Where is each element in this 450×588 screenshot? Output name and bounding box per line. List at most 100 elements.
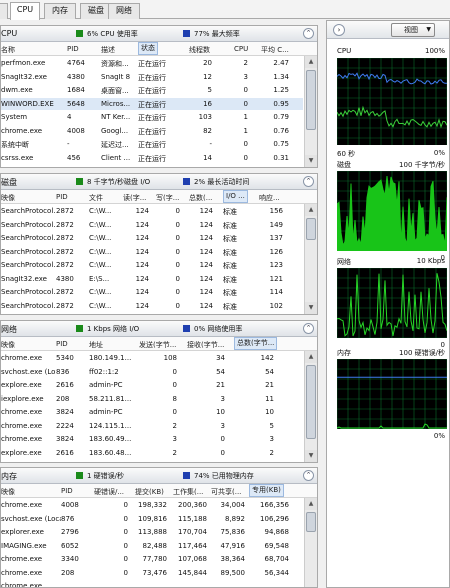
col-commit[interactable]: 提交(KB) xyxy=(135,487,164,497)
col-sent[interactable]: 发送(字节... xyxy=(139,340,176,350)
table-row[interactable]: chrome.exe 3824 183.60.49... 3 0 3 xyxy=(1,433,303,445)
scroll-thumb[interactable] xyxy=(306,365,316,439)
table-row[interactable]: SearchProtocol... 2872 C:\W... 124 0 124 标准 123 xyxy=(1,259,303,271)
table-row[interactable]: chrome.exe 4008 Googl... 正在运行 82 1 0.76 xyxy=(1,125,303,137)
collapse-memory-icon[interactable]: ⌃ xyxy=(303,470,314,481)
table-row[interactable]: perfmon.exe 4764 资源和... 正在运行 20 2 2.47 xyxy=(1,57,303,69)
col-image[interactable]: 映像 xyxy=(1,340,15,350)
col-description[interactable]: 描述 xyxy=(101,45,115,55)
table-cell: IMAGING.exe xyxy=(1,541,47,550)
col-pid[interactable]: PID xyxy=(61,487,73,495)
physical-memory-stat: 74% 已用物理内存 xyxy=(183,471,254,481)
memory-scrollbar[interactable]: ▲ xyxy=(304,498,317,587)
table-cell: SearchProtocol... xyxy=(1,301,56,310)
cpu-scrollbar[interactable]: ▲ ▼ xyxy=(304,56,317,167)
col-received[interactable]: 接收(字节... xyxy=(187,340,224,350)
view-dropdown[interactable]: 视图 ▼ xyxy=(391,23,435,37)
disk-scrollbar[interactable]: ▲ ▼ xyxy=(304,204,317,314)
table-row[interactable]: chrome.exe.................. xyxy=(1,580,303,587)
table-row[interactable]: explore.exe 2616 183.60.48... 2 0 2 xyxy=(1,447,303,459)
col-working-set[interactable]: 工作集(... xyxy=(173,487,203,497)
col-pid[interactable]: PID xyxy=(67,45,79,53)
scroll-up-icon[interactable]: ▲ xyxy=(305,351,317,363)
col-status[interactable]: 状态 xyxy=(138,42,158,55)
tab-network[interactable]: 网络 xyxy=(108,3,140,19)
memory-panel-header[interactable]: 内存 1 硬错误/秒 74% 已用物理内存 ⌃ xyxy=(1,468,317,484)
table-row[interactable]: SearchProtocol... 2872 C:\W... 124 0 124 标准 137 xyxy=(1,232,303,244)
disk-panel-header[interactable]: 磁盘 8 千字节/秒磁盘 I/O 2% 最长活动时间 ⌃ xyxy=(1,174,317,190)
col-pid[interactable]: PID xyxy=(56,340,68,348)
col-read[interactable]: 读(字... xyxy=(123,193,146,203)
table-row[interactable]: svchost.exe (Loca...876 0 109,816 115,188 8,… xyxy=(1,513,303,525)
table-row[interactable]: System 4 NT Ker... 正在运行 103 1 0.79 xyxy=(1,111,303,123)
table-row[interactable]: svchost.exe (Lo... 836 ff02::1:2 0 54 54 xyxy=(1,366,303,378)
col-response[interactable]: 响应... xyxy=(259,193,280,203)
table-row[interactable]: SearchProtocol... 2872 C:\W... 124 0 124 标准 156 xyxy=(1,205,303,217)
col-name[interactable]: 名称 xyxy=(1,45,15,55)
table-row[interactable]: 系统中断 - 延迟过... 正在运行 - 0 0.75 xyxy=(1,138,303,150)
col-file[interactable]: 文件 xyxy=(89,193,103,203)
table-cell: 124 xyxy=(135,220,149,229)
table-cell: 82 xyxy=(203,126,212,135)
table-cell: - xyxy=(67,140,70,148)
tab-overview[interactable] xyxy=(0,3,8,19)
table-row[interactable]: SearchProtocol... 2872 C:\W... 124 0 124 标准 126 xyxy=(1,246,303,258)
collapse-network-icon[interactable]: ⌃ xyxy=(303,323,314,334)
network-scrollbar[interactable]: ▲ ▼ xyxy=(304,351,317,462)
scroll-down-icon[interactable]: ▼ xyxy=(305,302,317,314)
collapse-disk-icon[interactable]: ⌃ xyxy=(303,176,314,187)
col-write[interactable]: 写(字... xyxy=(156,193,179,203)
col-avg-cpu[interactable]: 平均 C... xyxy=(261,45,289,55)
table-row[interactable]: chrome.exe 5340 180.149.1... 108 34 142 xyxy=(1,352,303,364)
table-row[interactable]: chrome.exe 208 0 73,476 145,844 89,500 56,344 xyxy=(1,567,303,579)
table-row[interactable]: dwm.exe 1684 桌面窗... 正在运行 5 0 1.25 xyxy=(1,84,303,96)
table-row[interactable]: explorer.exe 2796 0 113,888 170,704 75,836 94,… xyxy=(1,526,303,538)
table-cell: 20 xyxy=(203,59,212,67)
table-row[interactable]: SearchProtocol... 2872 C:\W... 124 0 124 标准 149 xyxy=(1,219,303,231)
scroll-down-icon[interactable]: ▼ xyxy=(305,155,317,167)
table-row[interactable]: IMAGING.exe 6052 0 82,488 117,464 47,916 69,54… xyxy=(1,540,303,552)
col-threads[interactable]: 线程数 xyxy=(189,45,210,55)
col-address[interactable]: 地址 xyxy=(89,340,103,350)
table-row[interactable]: explore.exe 2616 admin-PC 0 21 21 xyxy=(1,379,303,391)
cpu-panel-header[interactable]: CPU 6% CPU 使用率 77% 最大频率 ⌃ xyxy=(1,26,317,42)
table-row[interactable]: chrome.exe 4008 0 198,332 200,360 34,004 166,3… xyxy=(1,499,303,511)
table-row[interactable]: chrome.exe 3824 admin-PC 0 10 10 xyxy=(1,406,303,418)
table-cell: 113,888 xyxy=(138,528,167,536)
col-shareable[interactable]: 可共享(... xyxy=(211,487,241,497)
table-row[interactable]: SnagIt32.exe 4380 E:\S... 124 0 124 标准 121 xyxy=(1,273,303,285)
table-row[interactable]: csrss.exe 456 Client ... 正在运行 14 0 0.31 xyxy=(1,152,303,164)
col-image[interactable]: 映像 xyxy=(1,193,15,203)
table-row[interactable]: WINWORD.EXE 5648 Micros... 正在运行 16 0 0.95 xyxy=(1,97,303,110)
tab-cpu[interactable]: CPU xyxy=(10,2,40,20)
col-pid[interactable]: PID xyxy=(56,193,68,201)
table-row[interactable]: SearchProtocol... 2872 C:\W... 124 0 124 标准 102 xyxy=(1,300,303,312)
scroll-thumb[interactable] xyxy=(306,218,316,240)
table-row[interactable]: iexplore.exe 208 58.211.81... 8 3 11 xyxy=(1,393,303,405)
table-row[interactable]: chrome.exe 2224 124.115.1... 2 3 5 xyxy=(1,420,303,432)
col-total[interactable]: 总数(字节... xyxy=(234,337,278,350)
tab-memory[interactable]: 内存 xyxy=(44,3,76,19)
chevron-right-icon[interactable]: › xyxy=(333,24,345,36)
scroll-up-icon[interactable]: ▲ xyxy=(305,204,317,216)
table-row[interactable]: SnagIt32.exe 4380 SnagIt 8 正在运行 12 3 1.34 xyxy=(1,71,303,83)
scroll-up-icon[interactable]: ▲ xyxy=(305,56,317,68)
network-panel-header[interactable]: 网络 1 Kbps 网络 I/O 0% 网络使用率 ⌃ xyxy=(1,321,317,337)
table-row[interactable]: SearchProtocol... 2872 C:\W... 124 0 124 标准 114 xyxy=(1,286,303,298)
table-cell: 208 xyxy=(56,394,70,403)
scroll-thumb[interactable] xyxy=(306,512,316,532)
table-cell: admin-PC xyxy=(89,408,123,416)
collapse-cpu-icon[interactable]: ⌃ xyxy=(303,28,314,39)
col-hard-faults[interactable]: 硬错误/... xyxy=(94,487,124,497)
col-io-priority[interactable]: I/O ... xyxy=(223,190,248,203)
table-cell: 145,844 xyxy=(178,568,207,577)
table-cell: 124 xyxy=(135,261,149,269)
scroll-thumb[interactable] xyxy=(306,70,316,130)
col-cpu[interactable]: CPU xyxy=(234,45,248,53)
col-total[interactable]: 总数(... xyxy=(189,193,212,203)
scroll-up-icon[interactable]: ▲ xyxy=(305,498,317,510)
col-private[interactable]: 专用(KB) xyxy=(249,484,284,497)
col-image[interactable]: 映像 xyxy=(1,487,15,497)
table-row[interactable]: chrome.exe 3340 0 77,780 107,068 38,364 68,704 xyxy=(1,553,303,565)
scroll-down-icon[interactable]: ▼ xyxy=(305,450,317,462)
